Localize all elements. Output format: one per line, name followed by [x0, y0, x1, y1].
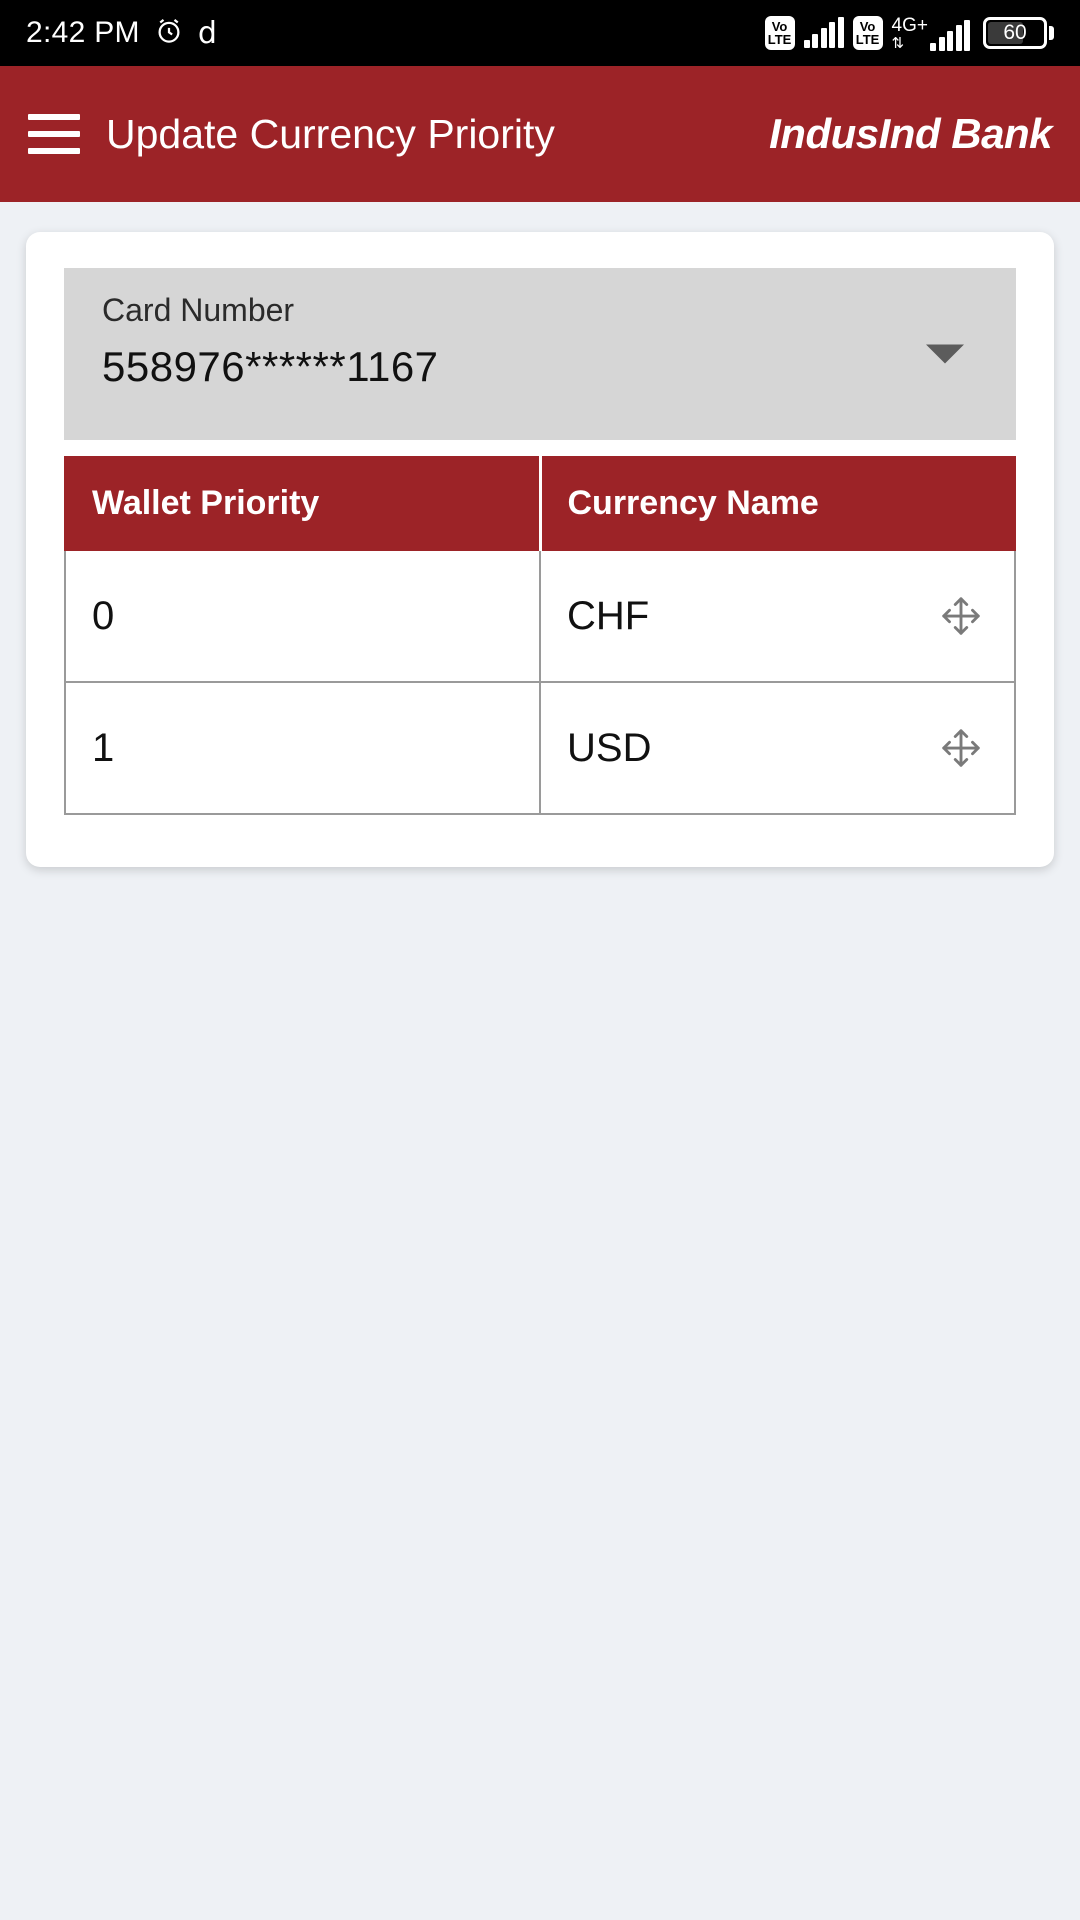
battery-level-label: 60 — [1003, 21, 1027, 44]
table-header-row: Wallet Priority Currency Name — [64, 456, 1016, 551]
app-bar: Update Currency Priority IndusInd Bank — [0, 66, 1080, 202]
network-type-labels: 4G+ ⇅ — [892, 16, 928, 51]
battery-body: 60 — [983, 17, 1047, 49]
signal-strength-sim1-icon — [803, 17, 844, 48]
chevron-down-icon[interactable] — [926, 344, 964, 364]
move-arrows-icon[interactable] — [938, 725, 984, 771]
volte-badge-sim1: Vo LTE — [764, 16, 795, 50]
bank-logo: IndusInd Bank — [769, 110, 1052, 157]
table-row[interactable]: 1 USD — [64, 681, 1016, 815]
signal-strength-sim2-icon — [930, 19, 970, 51]
content-card: Card Number 558976******1167 Wallet Prio… — [26, 232, 1054, 867]
currency-priority-table: Wallet Priority Currency Name 0 CHF 1 US… — [64, 456, 1016, 815]
hamburger-menu-icon[interactable] — [28, 114, 80, 154]
column-header-currency-name: Currency Name — [538, 456, 1016, 551]
status-bar-left: 2:42 PM d — [26, 16, 217, 51]
network-type-group: 4G+ ⇅ — [892, 16, 970, 51]
card-number-select[interactable]: Card Number 558976******1167 — [64, 268, 1016, 440]
status-bar: 2:42 PM d Vo LTE Vo LTE 4G+ ⇅ 60 — [0, 0, 1080, 66]
currency-cell-inner: USD — [567, 725, 1014, 771]
table-header: Wallet Priority Currency Name — [64, 456, 1016, 551]
table-row[interactable]: 0 CHF — [64, 549, 1016, 683]
cell-wallet-priority: 1 — [64, 681, 541, 815]
card-number-value: 558976******1167 — [102, 343, 439, 390]
data-transfer-arrows-icon: ⇅ — [891, 34, 905, 52]
page-title: Update Currency Priority — [106, 110, 555, 157]
table-body: 0 CHF 1 USD — [64, 549, 1016, 815]
volte-badge-sim2-bottom: LTE — [855, 32, 880, 47]
cell-wallet-priority: 0 — [64, 549, 541, 683]
volte-badge-sim1-bottom: LTE — [767, 32, 792, 47]
currency-code-label: USD — [567, 725, 652, 770]
status-time: 2:42 PM — [26, 16, 140, 49]
card-number-label: Card Number — [102, 292, 295, 328]
alarm-clock-icon — [154, 16, 184, 51]
cell-currency-name: USD — [539, 681, 1016, 815]
volte-badge-sim2: Vo LTE — [852, 16, 883, 50]
currency-cell-inner: CHF — [567, 593, 1014, 639]
network-type-label: 4G+ — [891, 14, 928, 36]
column-header-wallet-priority: Wallet Priority — [64, 456, 541, 551]
battery-cap — [1049, 26, 1054, 40]
currency-code-label: CHF — [567, 593, 650, 638]
status-bar-right: Vo LTE Vo LTE 4G+ ⇅ 60 — [764, 16, 1054, 51]
app-notification-glyph: d — [197, 15, 217, 51]
cell-currency-name: CHF — [539, 549, 1016, 683]
battery-indicator: 60 — [983, 17, 1054, 49]
move-arrows-icon[interactable] — [938, 593, 984, 639]
